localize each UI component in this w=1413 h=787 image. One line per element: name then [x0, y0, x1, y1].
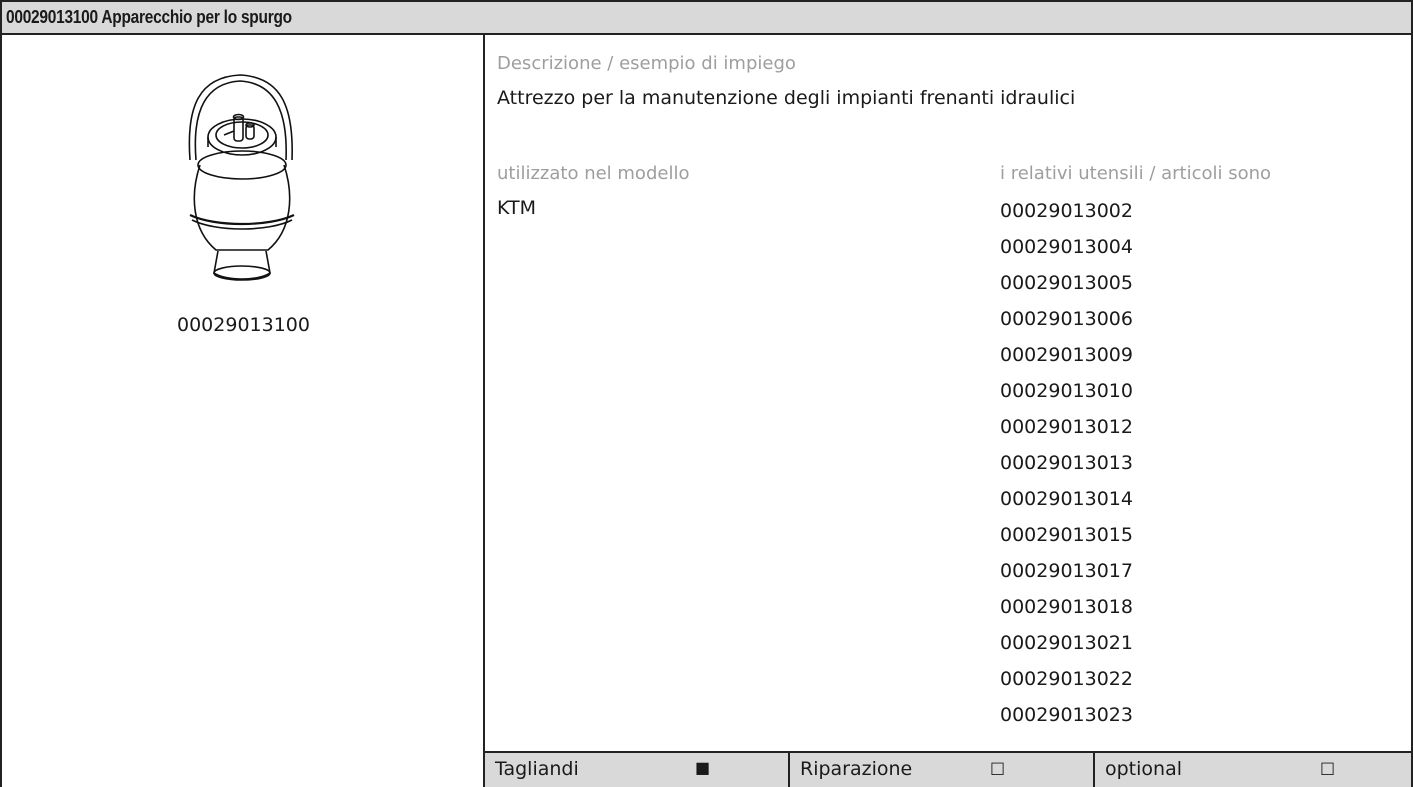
image-panel: 00029013100 — [0, 35, 485, 787]
description-text: Attrezzo per la manutenzione degli impia… — [497, 87, 1076, 109]
item-code: 00029013100 — [177, 314, 310, 336]
unchecked-box-icon: □ — [990, 758, 1006, 777]
related-item: 00029013023 — [1000, 704, 1133, 726]
unchecked-box-icon: □ — [1320, 758, 1336, 777]
category-tagliandi: Tagliandi ■ — [485, 753, 790, 787]
related-item: 00029013005 — [1000, 272, 1133, 294]
related-item: 00029013009 — [1000, 344, 1133, 366]
related-item: 00029013012 — [1000, 416, 1133, 438]
related-item: 00029013015 — [1000, 524, 1133, 546]
related-item: 00029013017 — [1000, 560, 1133, 582]
category-footer: Tagliandi ■ Riparazione □ optional □ — [485, 751, 1413, 787]
used-in-label: utilizzato nel modello — [497, 163, 690, 184]
tool-datasheet: 00029013100 Apparecchio per lo spurgo 00… — [0, 0, 1413, 787]
used-in-value: KTM — [497, 197, 536, 219]
category-riparazione: Riparazione □ — [790, 753, 1095, 787]
related-items-label: i relativi utensili / articoli sono — [1000, 163, 1272, 184]
related-item: 00029013004 — [1000, 236, 1133, 258]
category-optional: optional □ — [1095, 753, 1411, 787]
page-title-bar: 00029013100 Apparecchio per lo spurgo — [0, 0, 1413, 35]
category-label: Riparazione — [800, 758, 913, 780]
related-item: 00029013014 — [1000, 488, 1133, 510]
bleeding-device-icon — [188, 74, 295, 281]
details-panel: Descrizione / esempio di impiego Attrezz… — [485, 35, 1413, 787]
category-label: Tagliandi — [495, 758, 579, 780]
related-item: 00029013002 — [1000, 200, 1133, 222]
checked-box-icon: ■ — [695, 758, 711, 777]
related-item: 00029013010 — [1000, 380, 1133, 402]
related-item: 00029013006 — [1000, 308, 1133, 330]
related-item: 00029013013 — [1000, 452, 1133, 474]
description-label: Descrizione / esempio di impiego — [497, 53, 796, 74]
category-label: optional — [1105, 758, 1183, 780]
related-item: 00029013018 — [1000, 596, 1133, 618]
related-items-list: 00029013002 00029013004 00029013005 0002… — [1000, 197, 1133, 737]
page-title: 00029013100 Apparecchio per lo spurgo — [6, 7, 292, 27]
related-item: 00029013021 — [1000, 632, 1133, 654]
related-item: 00029013022 — [1000, 668, 1133, 690]
